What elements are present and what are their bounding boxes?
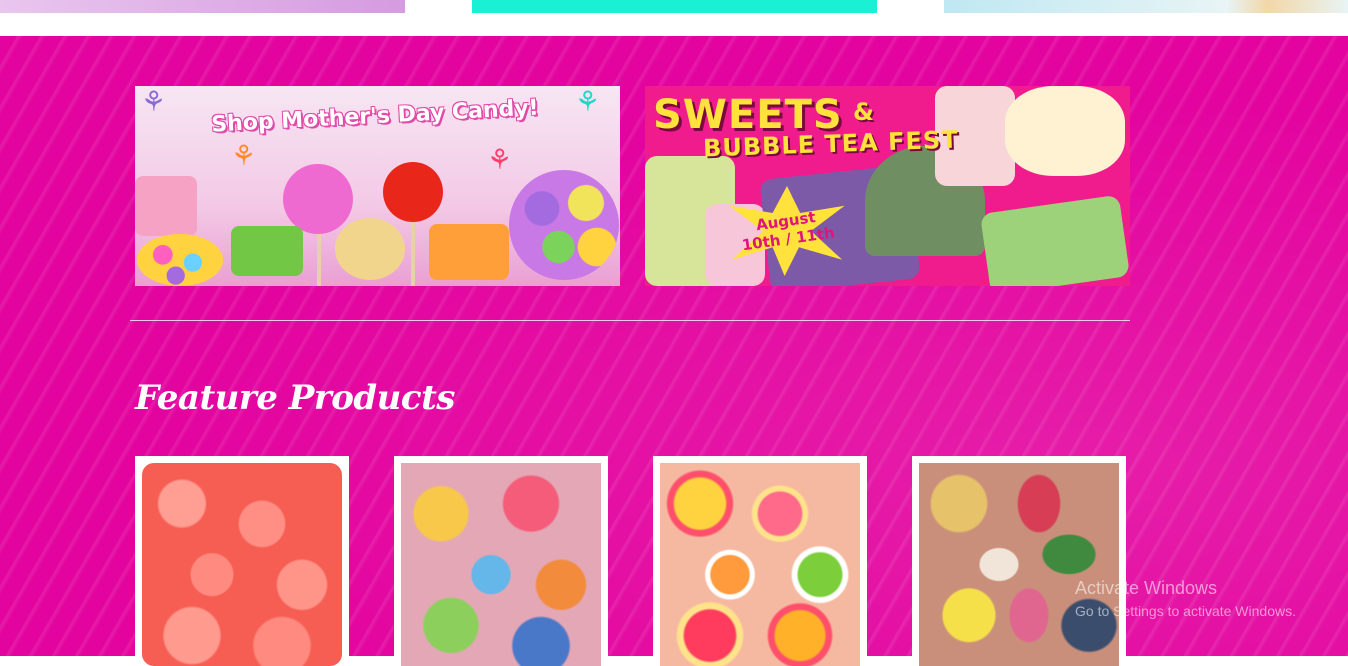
butterfly-icon: ⚘ [231,140,257,171]
product-card[interactable] [912,456,1126,666]
matcha-dessert [979,194,1130,286]
windows-activation-watermark: Activate Windows Go to Settings to activ… [1075,578,1296,619]
feature-products-heading: Feature Products [135,378,455,418]
top-image-strip [0,0,1348,36]
flower-lollipops [509,170,619,280]
butterfly-icon: ⚘ [141,86,167,117]
flower-candies [137,234,223,286]
sweets-bubble-tea-banner[interactable]: SWEETS & BUBBLE TEA FEST August 10th / 1… [645,86,1130,286]
lollipop-red [383,162,443,222]
sprinkle-cake [1005,86,1125,176]
butterfly-icon: ⚘ [487,144,513,175]
section-divider [130,320,1130,321]
product-image-sour-gummies[interactable] [401,463,601,666]
product-image-red-gummies[interactable] [142,463,342,666]
mothers-day-title: Shop Mother's Day Candy! [210,95,540,138]
product-card[interactable] [394,456,608,666]
product-image-hard-candies[interactable] [919,463,1119,666]
top-image-center[interactable] [472,0,877,13]
gummy-bears-green [231,226,303,276]
top-image-left[interactable] [0,0,405,13]
mothers-day-banner[interactable]: Shop Mother's Day Candy! ⚘ ⚘ ⚘ ⚘ [135,86,620,286]
gummy-bears-orange [429,224,509,280]
lollipop-pink [283,164,353,234]
top-image-right[interactable] [944,0,1348,13]
watermark-subtitle: Go to Settings to activate Windows. [1075,603,1296,619]
product-card[interactable] [135,456,349,666]
product-card[interactable] [653,456,867,666]
taffy-candy [135,176,197,236]
lollipop-gold [335,218,405,280]
sweets-ampersand: & [853,98,874,126]
product-image-lollipops[interactable] [660,463,860,666]
watermark-title: Activate Windows [1075,578,1218,598]
butterfly-icon: ⚘ [575,86,601,117]
promo-section: Shop Mother's Day Candy! ⚘ ⚘ ⚘ ⚘ SWEETS … [0,36,1348,666]
